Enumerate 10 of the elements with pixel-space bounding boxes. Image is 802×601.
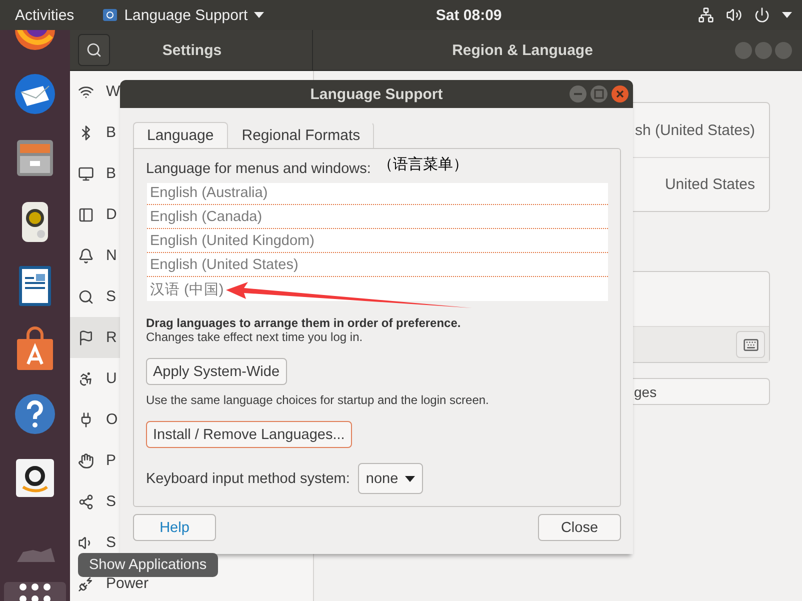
tooltip: Show Applications	[78, 553, 218, 577]
drag-hint: Drag languages to arrange them in order of preference.	[146, 316, 462, 330]
input-method-label: Keyboard input method system:	[146, 470, 350, 486]
drag-note: Changes take effect next time you log in.	[146, 330, 364, 344]
annotation-text: （语言菜单）	[378, 155, 468, 174]
dialog-title: Language Support	[310, 86, 443, 102]
window-title: Region & Language	[451, 42, 594, 58]
list-label: Language for menus and windows:	[146, 161, 371, 177]
sidebar-title: Settings	[161, 42, 223, 58]
apply-note: Use the same language choices for startup and the login screen.	[146, 393, 490, 407]
